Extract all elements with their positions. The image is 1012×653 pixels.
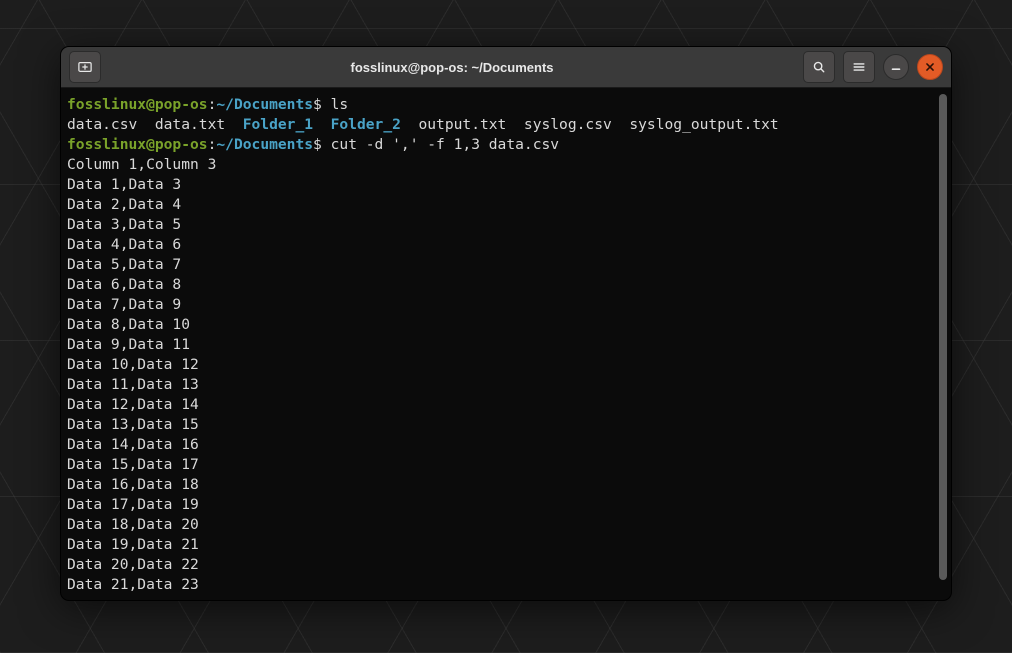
close-icon (923, 60, 937, 74)
titlebar: fosslinux@pop-os: ~/Documents (61, 47, 951, 88)
prompt-path: ~/Documents (216, 96, 313, 113)
command-cut: cut -d ',' -f 1,3 data.csv (331, 136, 559, 153)
new-tab-button[interactable] (69, 51, 101, 83)
ls-folder-2: Folder_2 (331, 116, 401, 133)
window-title: fosslinux@pop-os: ~/Documents (109, 60, 795, 75)
hamburger-menu-icon (852, 60, 866, 74)
prompt-user: fosslinux@pop-os (67, 136, 208, 153)
ls-folder-1: Folder_1 (243, 116, 313, 133)
minimize-button[interactable] (883, 54, 909, 80)
prompt-symbol: $ (313, 136, 331, 153)
prompt-symbol: $ (313, 96, 331, 113)
minimize-icon (889, 60, 903, 74)
ls-files-2: output.txt syslog.csv syslog_output.txt (401, 116, 779, 133)
prompt-path: ~/Documents (216, 136, 313, 153)
search-icon (812, 60, 826, 74)
ls-files-1: data.csv data.txt (67, 116, 243, 133)
scrollbar[interactable] (939, 94, 947, 580)
terminal-content[interactable]: fosslinux@pop-os:~/Documents$ ls data.cs… (61, 88, 951, 600)
cut-output: Column 1,Column 3 Data 1,Data 3 Data 2,D… (67, 156, 216, 593)
prompt-user: fosslinux@pop-os (67, 96, 208, 113)
close-button[interactable] (917, 54, 943, 80)
terminal-window: fosslinux@pop-os: ~/Documents (61, 47, 951, 600)
menu-button[interactable] (843, 51, 875, 83)
command-ls: ls (331, 96, 349, 113)
new-tab-icon (78, 60, 92, 74)
search-button[interactable] (803, 51, 835, 83)
